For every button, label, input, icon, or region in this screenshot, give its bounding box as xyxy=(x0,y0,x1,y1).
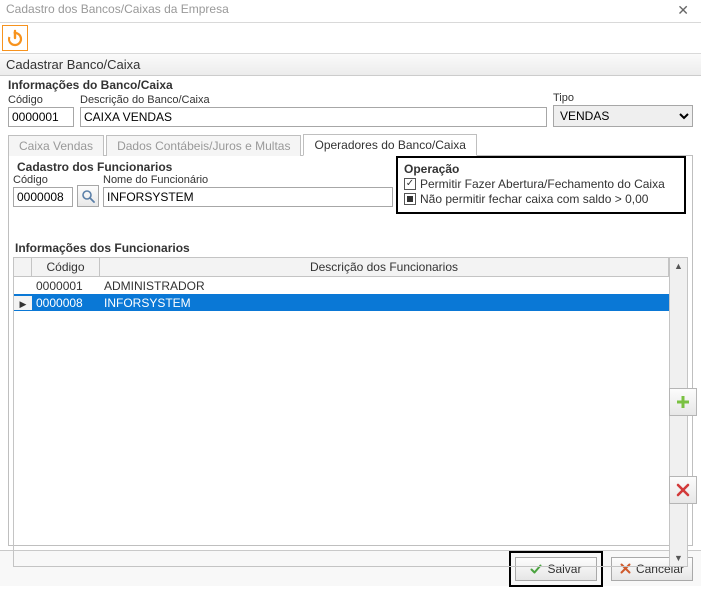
power-icon xyxy=(6,29,24,47)
grid-title: Informações dos Funcionarios xyxy=(15,241,688,255)
group-info-banco: Informações do Banco/Caixa xyxy=(8,78,697,92)
func-codigo-label: Código xyxy=(13,174,73,186)
lookup-button[interactable] xyxy=(77,185,99,207)
nao-permitir-label: Não permitir fechar caixa com saldo > 0,… xyxy=(420,192,648,206)
func-codigo-input[interactable] xyxy=(13,187,73,207)
delete-button[interactable] xyxy=(669,476,697,504)
operacao-box: Operação Permitir Fazer Abertura/Fechame… xyxy=(396,156,686,214)
x-icon xyxy=(676,483,690,497)
window-title: Cadastro dos Bancos/Caixas da Empresa xyxy=(6,2,229,16)
tipo-label: Tipo xyxy=(553,92,693,104)
tab-dados-contabeis[interactable]: Dados Contábeis/Juros e Multas xyxy=(106,135,301,156)
table-row[interactable]: 0000001 ADMINISTRADOR xyxy=(14,277,669,294)
section-cadastrar: Cadastrar Banco/Caixa xyxy=(0,54,701,76)
col-codigo[interactable]: Código xyxy=(32,258,100,276)
funcionarios-grid: Código Descrição dos Funcionarios 000000… xyxy=(13,257,688,567)
func-nome-input[interactable] xyxy=(103,187,393,207)
codigo-input[interactable] xyxy=(8,107,74,127)
col-descricao[interactable]: Descrição dos Funcionarios xyxy=(100,258,669,276)
tipo-select[interactable]: VENDAS xyxy=(553,105,693,127)
operacao-title: Operação xyxy=(404,162,678,176)
codigo-label: Código xyxy=(8,94,74,106)
close-icon[interactable]: ✕ xyxy=(671,2,695,19)
power-button[interactable] xyxy=(2,25,28,51)
add-button[interactable] xyxy=(669,388,697,416)
tab-caixa-vendas[interactable]: Caixa Vendas xyxy=(8,135,104,156)
permitir-label: Permitir Fazer Abertura/Fechamento do Ca… xyxy=(420,177,665,191)
search-icon xyxy=(81,189,95,203)
scroll-up-icon[interactable]: ▲ xyxy=(670,258,687,274)
descricao-input[interactable] xyxy=(80,107,547,127)
descricao-label: Descrição do Banco/Caixa xyxy=(80,94,547,106)
plus-icon xyxy=(675,394,691,410)
tab-operadores[interactable]: Operadores do Banco/Caixa xyxy=(303,134,476,156)
func-nome-label: Nome do Funcionário xyxy=(103,174,393,186)
grid-header: Código Descrição dos Funcionarios xyxy=(14,258,669,277)
checkbox-nao-permitir[interactable] xyxy=(404,193,416,205)
table-row[interactable]: 0000008 INFORSYSTEM xyxy=(14,294,669,311)
checkbox-permitir[interactable] xyxy=(404,178,416,190)
